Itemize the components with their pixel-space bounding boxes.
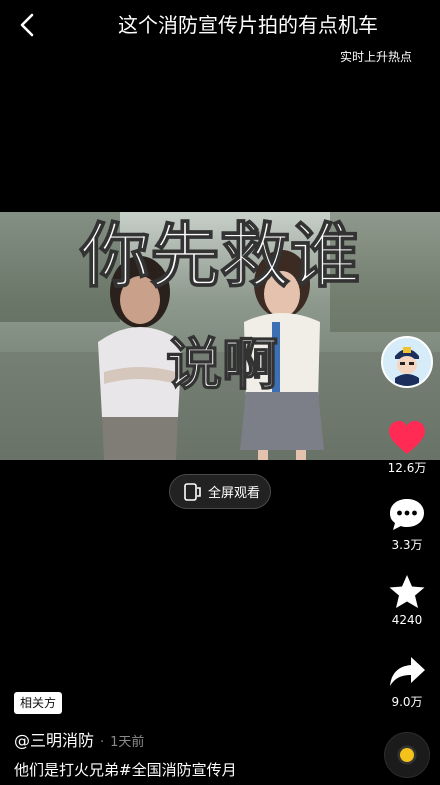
music-disc-icon	[400, 748, 414, 762]
music-disc[interactable]	[384, 732, 430, 778]
fullscreen-label: 全屏观看	[208, 486, 261, 501]
fullscreen-icon	[184, 482, 201, 501]
video-frame: 你先救谁 说啊	[0, 212, 440, 460]
share-icon	[390, 657, 425, 686]
video-title: 这个消防宣传片拍的有点机车	[118, 13, 378, 37]
top-bar: 这个消防宣传片拍的有点机车 实时上升热点	[0, 0, 440, 80]
fullscreen-button[interactable]: 全屏观看	[169, 474, 271, 509]
like-action[interactable]: 12.6万	[384, 420, 430, 476]
favorite-count: 4240	[391, 613, 423, 627]
video-caption-bottom: 说啊	[166, 333, 278, 398]
share-action[interactable]: 9.0万	[384, 654, 430, 710]
like-count: 12.6万	[387, 461, 427, 475]
separator-dot: ·	[100, 735, 105, 750]
post-time: 1天前	[110, 735, 145, 750]
back-button[interactable]	[14, 12, 40, 38]
back-icon	[20, 13, 34, 37]
post-description[interactable]: 他们是打火兄弟#全国消防宣传月	[14, 759, 237, 780]
comment-count: 3.3万	[391, 538, 423, 552]
author-name[interactable]: @三明消防	[14, 727, 94, 751]
author-line: @三明消防 · 1天前	[14, 727, 144, 751]
hot-topic-label[interactable]: 实时上升热点	[340, 48, 412, 65]
comment-icon	[390, 499, 424, 530]
favorite-action[interactable]: 4240	[384, 574, 430, 627]
share-count: 9.0万	[391, 695, 423, 709]
heart-icon	[389, 421, 425, 454]
author-avatar[interactable]	[381, 336, 433, 388]
comment-action[interactable]: 3.3万	[384, 497, 430, 553]
firefighter-avatar-icon	[383, 338, 431, 386]
star-icon	[389, 575, 425, 608]
video-caption-top: 你先救谁	[79, 215, 360, 297]
related-tag[interactable]: 相关方	[14, 692, 63, 714]
video-player[interactable]: 你先救谁 说啊	[0, 212, 440, 460]
